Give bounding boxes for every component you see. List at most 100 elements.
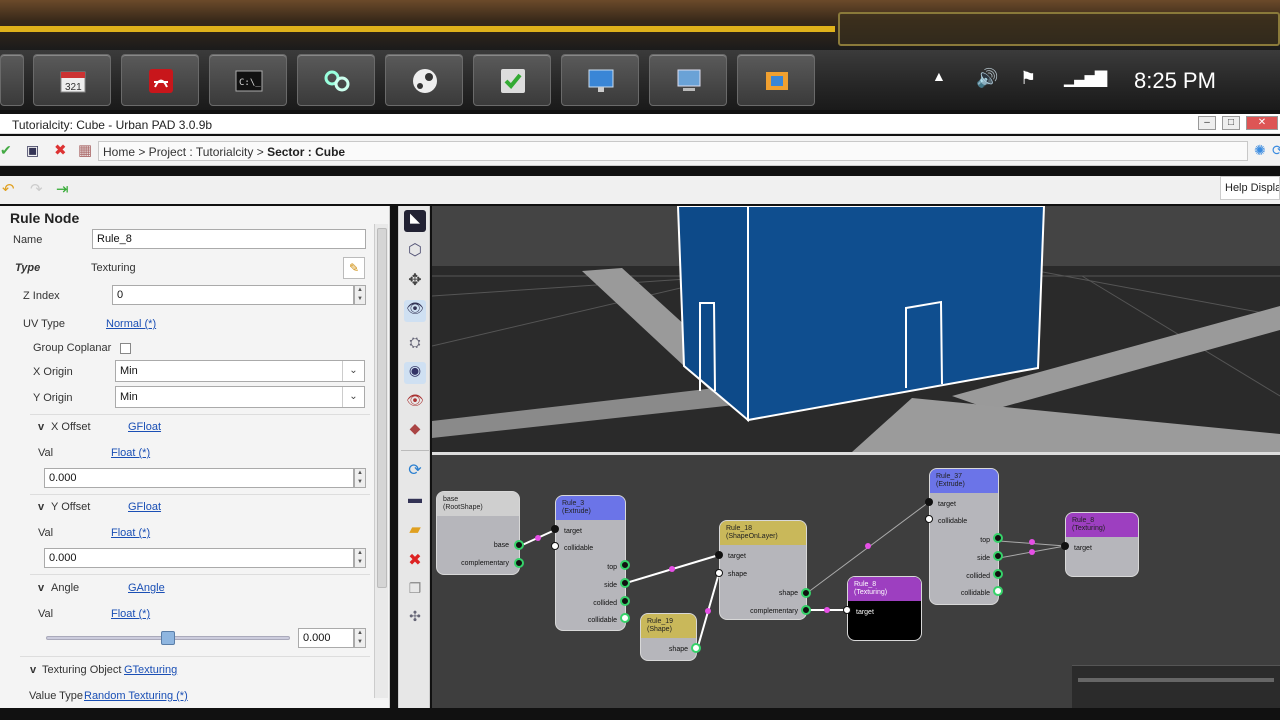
action-center-flag-icon[interactable]: ⚑ [1020, 68, 1036, 89]
3d-viewport[interactable] [432, 206, 1280, 452]
output-port[interactable] [801, 605, 811, 615]
media-progress-track[interactable] [1078, 678, 1274, 682]
signal-strength-icon[interactable]: ▁▃▅▇ [1064, 68, 1107, 88]
taskbar-network-app[interactable] [297, 54, 375, 106]
refresh-graph-icon[interactable]: ⟳ [404, 460, 426, 482]
output-port[interactable] [993, 533, 1003, 543]
node-rule-3-extrude[interactable]: Rule_3 (Extrude) target collidable top si… [555, 495, 626, 631]
output-port[interactable] [620, 578, 630, 588]
output-port[interactable] [620, 560, 630, 570]
yoffset-val-type-link[interactable]: Float (*) [111, 527, 150, 539]
output-port[interactable] [620, 613, 630, 623]
uvtype-link[interactable]: Normal (*) [106, 318, 156, 330]
node-rule-8-texturing-selected[interactable]: Rule_8 (Texturing) target [847, 576, 922, 641]
output-port[interactable] [691, 643, 701, 653]
name-field[interactable]: Rule_8 [92, 229, 366, 249]
taskbar-calendar-app[interactable]: 321 [33, 54, 111, 106]
xoffset-stepper[interactable]: ▲ ▼ [354, 468, 366, 488]
maximize-button[interactable]: □ [1222, 116, 1240, 130]
taskbar-steam[interactable] [385, 54, 463, 106]
view-eye-icon[interactable]: 👁 [404, 300, 426, 322]
undo-icon[interactable]: ↶ [2, 180, 15, 198]
yoffset-value-field[interactable]: 0.000 [44, 548, 354, 568]
node-rule-18-shapeonlayer[interactable]: Rule_18 (ShapeOnLayer) target shape shape… [719, 520, 807, 620]
valuetype-link[interactable]: Random Texturing (*) [84, 690, 188, 702]
input-port[interactable] [715, 569, 723, 577]
pan-tool-icon[interactable]: ✣ [404, 608, 426, 630]
xoffset-type-link[interactable]: GFloat [128, 421, 161, 433]
taskbar-command-prompt[interactable]: C:\_ [209, 54, 287, 106]
taskbar-remote-desktop[interactable] [649, 54, 727, 106]
tray-expand-icon[interactable]: ▲ [932, 68, 946, 84]
input-port[interactable] [1061, 542, 1069, 550]
angle-stepper[interactable]: ▲ ▼ [354, 628, 366, 648]
output-port[interactable] [514, 540, 524, 550]
input-port[interactable] [551, 542, 559, 550]
input-port[interactable] [925, 498, 933, 506]
layer-tool-icon[interactable]: ▬ [404, 490, 426, 512]
taskbar-pdf-reader[interactable] [121, 54, 199, 106]
wireframe-tool-icon[interactable]: ⬡ [404, 240, 426, 262]
output-port[interactable] [993, 551, 1003, 561]
texobj-collapse-toggle[interactable]: v [30, 664, 36, 676]
xoffset-val-type-link[interactable]: Float (*) [111, 447, 150, 459]
node-rule-37-extrude[interactable]: Rule_37 (Extrude) target collidable top s… [929, 468, 999, 605]
edit-type-button[interactable]: ✎ [343, 257, 365, 279]
xorigin-select[interactable]: Min ⌄ [115, 360, 365, 382]
node-rule-19-shape[interactable]: Rule_19 (Shape) shape [640, 613, 697, 661]
close-button[interactable]: ✕ [1246, 116, 1278, 130]
yoffset-type-link[interactable]: GFloat [128, 501, 161, 513]
output-port[interactable] [993, 569, 1003, 579]
move-tool-icon[interactable]: ✥ [404, 270, 426, 292]
display-tool-icon[interactable]: ◉ [404, 362, 426, 384]
redo-icon[interactable]: ↷ [30, 180, 43, 198]
yoffset-collapse-toggle[interactable]: v [38, 501, 44, 513]
yoffset-stepper[interactable]: ▲ ▼ [354, 548, 366, 568]
zindex-field[interactable]: 0 [112, 285, 354, 305]
output-port[interactable] [801, 588, 811, 598]
clock[interactable]: 8:25 PM [1134, 68, 1216, 94]
taskbar-checklist-app[interactable] [473, 54, 551, 106]
texture-icon[interactable]: ▦ [78, 141, 92, 159]
angle-slider-thumb[interactable] [161, 631, 175, 645]
export-icon[interactable]: ⇥ [56, 180, 69, 198]
visibility-tool-icon[interactable]: 👁 [404, 392, 426, 414]
taskbar-paint-app[interactable] [737, 54, 815, 106]
breadcrumb-path[interactable]: Home > Project : Tutorialcity > [103, 145, 267, 159]
angle-val-type-link[interactable]: Float (*) [111, 608, 150, 620]
input-port[interactable] [715, 551, 723, 559]
save-icon[interactable]: ▣ [26, 142, 39, 159]
output-port[interactable] [514, 558, 524, 568]
minimize-button[interactable]: – [1198, 116, 1216, 130]
xoffset-value-field[interactable]: 0.000 [44, 468, 354, 488]
paint-tool-icon[interactable]: ◆ [404, 420, 426, 442]
volume-icon[interactable]: 🔊 [976, 68, 998, 89]
xoffset-collapse-toggle[interactable]: v [38, 421, 44, 433]
yorigin-select[interactable]: Min ⌄ [115, 386, 365, 408]
input-port[interactable] [925, 515, 933, 523]
help-display-button[interactable]: Help Display [1220, 176, 1280, 200]
taskbar-presentation-app[interactable] [561, 54, 639, 106]
refresh-icon[interactable]: ⟳ [1272, 142, 1280, 159]
output-port[interactable] [993, 586, 1003, 596]
output-port[interactable] [620, 596, 630, 606]
angle-slider-track[interactable] [46, 631, 290, 645]
angle-collapse-toggle[interactable]: v [38, 582, 44, 594]
node-base[interactable]: base (RootShape) base complementary [436, 491, 520, 575]
input-port[interactable] [551, 525, 559, 533]
scrollbar-thumb[interactable] [377, 228, 387, 588]
folder-icon[interactable]: ▰ [404, 520, 426, 542]
texobj-type-link[interactable]: GTexturing [124, 664, 177, 676]
discard-icon[interactable]: ✖ [54, 141, 67, 159]
input-port[interactable] [843, 606, 851, 614]
panel-scrollbar[interactable] [374, 224, 388, 698]
zindex-stepper[interactable]: ▲ ▼ [354, 285, 366, 305]
delete-icon[interactable]: ✖ [404, 550, 426, 572]
copy-icon[interactable]: ❐ [404, 580, 426, 602]
rule-graph[interactable]: base (RootShape) base complementary Rule_… [432, 455, 1280, 711]
angle-type-link[interactable]: GAngle [128, 582, 165, 594]
confirm-check-icon[interactable]: ✔ [0, 142, 12, 159]
angle-value-field[interactable]: 0.000 [298, 628, 354, 648]
group-coplanar-checkbox[interactable] [120, 343, 131, 354]
render-tool-icon[interactable]: ⛭ [404, 334, 426, 356]
